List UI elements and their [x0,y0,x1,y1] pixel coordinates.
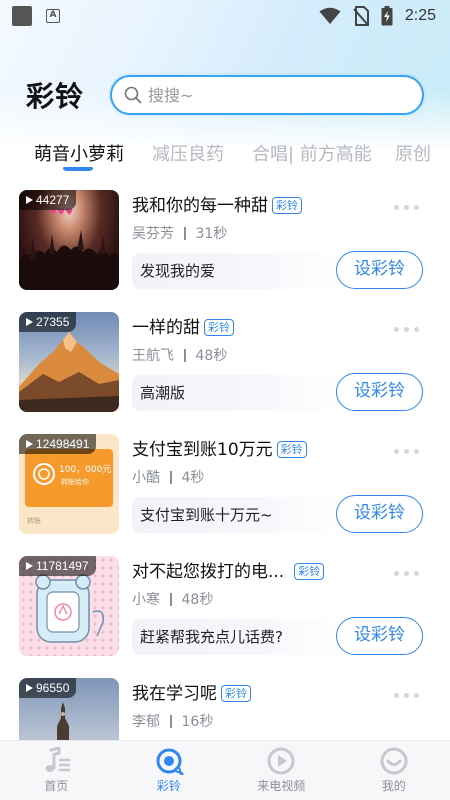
header: 彩铃 [0,72,450,118]
song-title: 一样的甜 彩铃 [132,313,234,338]
profile-icon [380,747,408,775]
song-cover: 11781497 [19,556,119,656]
song-cover: 100，000元 转账给你 转账 12498491 [19,434,119,534]
nav-home[interactable]: 首页 [0,741,113,800]
tab-yuanchuang[interactable]: 原创 [395,140,431,166]
search-bar[interactable] [110,75,424,115]
tab-hechang[interactable]: 合唱| 前方高能 [252,140,372,166]
song-title: 我在学习呢 彩铃 [132,679,251,704]
list-item[interactable]: 11781497 对不起您拨打的电... 彩铃 小寒 48秒 赶紧帮我充点儿话费? … [0,551,450,663]
category-tabs: 萌音小萝莉 减压良药 合唱| 前方高能 原创 [0,140,450,174]
song-duration: 48秒 [195,348,228,364]
play-count: 96550 [19,678,77,698]
nav-profile[interactable]: 我的 [338,741,450,800]
search-input[interactable] [148,85,398,105]
artist-name: 小寒 [132,592,160,608]
play-count: 44277 [19,190,77,210]
artist-name: 王航飞 [132,348,174,364]
song-duration: 31秒 [195,226,228,242]
tab-jianya[interactable]: 减压良药 [152,140,224,166]
more-icon[interactable] [394,327,419,332]
keyboard-a-icon: A [46,9,60,23]
artist-name: 吴芬芳 [132,226,174,242]
nav-ringtone[interactable]: 彩铃 [113,741,226,800]
search-icon [124,86,142,104]
ringtone-tag: 彩铃 [204,319,234,336]
no-sim-icon [353,6,369,26]
wifi-icon [319,7,341,24]
song-title: 支付宝到账10万元 彩铃 [132,435,307,460]
list-item[interactable]: 100，000元 转账给你 转账 12498491 支付宝到账10万元 彩铃 小酷… [0,429,450,541]
artist-name: 李郁 [132,714,160,730]
more-icon[interactable] [394,205,419,210]
ringtone-tag: 彩铃 [221,685,251,702]
list-item[interactable]: ♥♥♥ 44277 我和你的每一种甜 彩铃 吴芬芳 31秒 发现我的爱 设彩铃 [0,185,450,297]
set-ringtone-button[interactable]: 设彩铃 [336,251,423,289]
set-ringtone-button[interactable]: 设彩铃 [336,495,423,533]
song-meta: 吴芬芳 31秒 [132,223,227,243]
clock: 2:25 [404,7,436,24]
song-duration: 48秒 [181,592,214,608]
more-icon[interactable] [394,449,419,454]
song-title: 我和你的每一种甜 彩铃 [132,191,302,216]
song-meta: 王航飞 48秒 [132,345,227,365]
tab-mengyin[interactable]: 萌音小萝莉 [34,140,124,166]
set-ringtone-button[interactable]: 设彩铃 [336,617,423,655]
artist-name: 小酷 [132,470,160,486]
ringtone-tag: 彩铃 [272,197,302,214]
set-ringtone-button[interactable]: 设彩铃 [336,373,423,411]
status-bar: A 2:25 [0,0,450,32]
bottom-nav: 首页 彩铃 来电视频 我的 [0,740,450,800]
page-title: 彩铃 [26,80,85,113]
active-tab-indicator [63,167,93,171]
play-count: 11781497 [19,556,96,576]
song-description: 发现我的爱 [132,253,342,289]
thumb-footer: 转账 [27,517,41,525]
song-meta: 小寒 48秒 [132,589,213,609]
song-duration: 16秒 [181,714,214,730]
song-description: 高潮版 [132,375,342,411]
list-item[interactable]: 27355 一样的甜 彩铃 王航飞 48秒 高潮版 设彩铃 [0,307,450,419]
play-circle-icon [267,747,295,775]
song-cover: 27355 [19,312,119,412]
music-note-icon [45,747,71,772]
ringtone-tag: 彩铃 [276,441,307,458]
play-count: 27355 [19,312,77,332]
thumb-amount: 100，000元 [59,465,112,475]
song-description: 支付宝到账十万元~ [132,497,342,533]
ringtone-tag: 彩铃 [294,563,325,580]
song-duration: 4秒 [181,470,205,486]
more-icon[interactable] [394,693,419,698]
song-cover: ♥♥♥ 44277 [19,190,119,290]
song-meta: 小酷 4秒 [132,467,204,487]
thumb-subtitle: 转账给你 [61,478,89,486]
more-icon[interactable] [394,571,419,576]
battery-charging-icon [381,6,393,26]
notification-icon [12,6,32,26]
play-count: 12498491 [19,434,97,454]
ringtone-icon [156,748,184,775]
nav-call-video[interactable]: 来电视频 [225,741,338,800]
song-title: 对不起您拨打的电... 彩铃 [132,557,325,582]
song-meta: 李郁 16秒 [132,711,213,731]
song-description: 赶紧帮我充点儿话费? [132,619,342,655]
